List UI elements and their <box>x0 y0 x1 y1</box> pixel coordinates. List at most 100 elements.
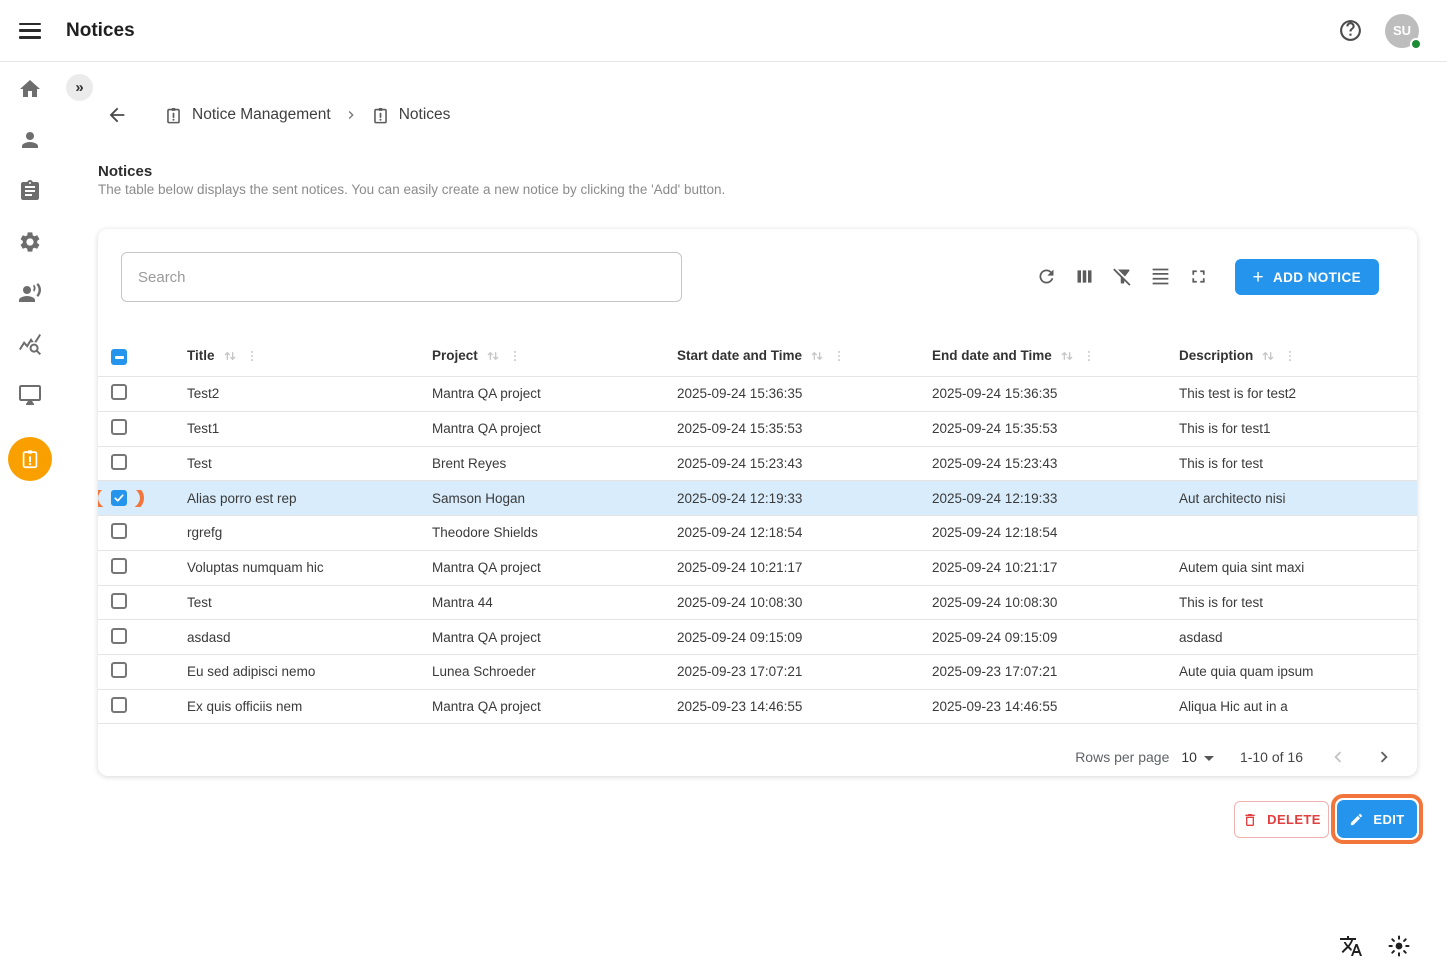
table-row[interactable]: asdasd Mantra QA project 2025-09-24 09:1… <box>98 619 1417 654</box>
column-menu-icon[interactable] <box>1283 349 1297 363</box>
search-input[interactable] <box>121 252 682 302</box>
row-checkbox[interactable] <box>111 697 127 713</box>
column-menu-icon[interactable] <box>508 349 522 363</box>
cell-title: Ex quis officiis nem <box>187 699 432 714</box>
edit-button[interactable]: EDIT <box>1337 800 1417 838</box>
breadcrumb: Notice Management Notices <box>106 102 450 128</box>
sidebar-item-reports[interactable] <box>18 332 42 356</box>
cell-description: Aut architecto nisi <box>1179 491 1417 506</box>
row-checkbox[interactable] <box>111 558 127 574</box>
sort-icon[interactable] <box>809 348 825 364</box>
table-row[interactable]: rgrefg Theodore Shields 2025-09-24 12:18… <box>98 515 1417 550</box>
add-notice-label: ADD NOTICE <box>1273 270 1361 285</box>
table-row[interactable]: Eu sed adipisci nemo Lunea Schroeder 202… <box>98 654 1417 689</box>
column-header-project[interactable]: Project <box>432 348 677 364</box>
menu-icon[interactable] <box>19 23 41 39</box>
table-row[interactable]: Voluptas numquam hic Mantra QA project 2… <box>98 550 1417 585</box>
columns-icon[interactable] <box>1073 265 1097 289</box>
clipboard-icon <box>18 179 42 203</box>
cell-title: Eu sed adipisci nemo <box>187 664 432 679</box>
column-menu-icon[interactable] <box>832 349 846 363</box>
brightness-icon[interactable] <box>1387 934 1411 958</box>
previous-page-icon[interactable] <box>1327 746 1349 768</box>
back-arrow-icon[interactable] <box>106 104 128 126</box>
sidebar-item-announcements[interactable] <box>18 281 42 305</box>
rows-per-page-select[interactable]: 10 <box>1181 749 1214 765</box>
cell-start-date: 2025-09-24 10:21:17 <box>677 560 932 575</box>
add-notice-button[interactable]: + ADD NOTICE <box>1235 259 1380 295</box>
sidebar-item-home[interactable] <box>18 77 42 101</box>
row-checkbox[interactable] <box>111 419 127 435</box>
cell-start-date: 2025-09-23 14:46:55 <box>677 699 932 714</box>
column-header-start-date[interactable]: Start date and Time <box>677 348 932 364</box>
help-icon[interactable] <box>1338 18 1363 43</box>
column-header-title[interactable]: Title <box>187 348 432 364</box>
settings-gear-icon <box>18 230 42 254</box>
row-checkbox-annotation-anchor <box>111 558 127 574</box>
column-label: End date and Time <box>932 348 1052 363</box>
column-menu-icon[interactable] <box>1082 349 1096 363</box>
cell-start-date: 2025-09-24 15:35:53 <box>677 421 932 436</box>
row-checkbox[interactable] <box>111 628 127 644</box>
column-menu-icon[interactable] <box>245 349 259 363</box>
translate-icon[interactable] <box>1339 934 1363 958</box>
cell-start-date: 2025-09-24 15:23:43 <box>677 456 932 471</box>
rows-per-page-label: Rows per page <box>1075 749 1169 765</box>
cell-project: Lunea Schroeder <box>432 664 677 679</box>
sidebar-item-settings[interactable] <box>18 230 42 254</box>
table-row[interactable]: Ex quis officiis nem Mantra QA project 2… <box>98 689 1417 724</box>
breadcrumb-item-notice-management[interactable]: Notice Management <box>164 106 331 125</box>
cell-project: Brent Reyes <box>432 456 677 471</box>
notices-card: + ADD NOTICE Title Project Start date an… <box>98 229 1417 776</box>
edit-button-annotation: EDIT <box>1337 800 1417 838</box>
table-header: Title Project Start date and Time End da… <box>98 335 1417 376</box>
row-checkbox[interactable] <box>111 662 127 678</box>
sidebar-expand-chip[interactable]: » <box>66 74 93 101</box>
refresh-icon[interactable] <box>1035 265 1059 289</box>
cell-description: asdasd <box>1179 630 1417 645</box>
cell-end-date: 2025-09-24 09:15:09 <box>932 630 1179 645</box>
row-checkbox-annotation-anchor <box>111 454 127 470</box>
sort-icon[interactable] <box>1059 348 1075 364</box>
row-checkbox[interactable] <box>111 384 127 400</box>
cell-start-date: 2025-09-24 15:36:35 <box>677 386 932 401</box>
table-row[interactable]: Test Mantra 44 2025-09-24 10:08:30 2025-… <box>98 585 1417 620</box>
sidebar-item-devices[interactable] <box>18 383 42 407</box>
avatar-initials: SU <box>1393 23 1411 38</box>
table-row[interactable]: Test2 Mantra QA project 2025-09-24 15:36… <box>98 376 1417 411</box>
cell-project: Mantra QA project <box>432 421 677 436</box>
breadcrumb-item-notices[interactable]: Notices <box>371 106 451 125</box>
analytics-search-icon <box>18 332 42 356</box>
delete-button[interactable]: DELETE <box>1234 801 1329 838</box>
breadcrumb-label: Notice Management <box>192 106 331 124</box>
sidebar-item-tasks[interactable] <box>18 179 42 203</box>
column-header-description[interactable]: Description <box>1179 348 1417 364</box>
sidebar-item-notices-active[interactable] <box>8 437 52 481</box>
sort-icon[interactable] <box>222 348 238 364</box>
cell-description: Aliqua Hic aut in a <box>1179 699 1417 714</box>
row-checkbox[interactable] <box>111 593 127 609</box>
cell-end-date: 2025-09-24 15:35:53 <box>932 421 1179 436</box>
sidebar-item-users[interactable] <box>18 128 42 152</box>
filter-off-icon[interactable] <box>1111 265 1135 289</box>
row-checkbox[interactable] <box>111 490 127 506</box>
table-row[interactable]: Test Brent Reyes 2025-09-24 15:23:43 202… <box>98 446 1417 481</box>
row-checkbox[interactable] <box>111 523 127 539</box>
column-label: Description <box>1179 348 1253 363</box>
fullscreen-icon[interactable] <box>1187 265 1211 289</box>
select-all-checkbox[interactable] <box>111 349 127 365</box>
notice-clipboard-icon <box>371 106 390 125</box>
sort-icon[interactable] <box>485 348 501 364</box>
density-icon[interactable] <box>1149 265 1173 289</box>
column-header-end-date[interactable]: End date and Time <box>932 348 1179 364</box>
next-page-icon[interactable] <box>1373 746 1395 768</box>
cell-start-date: 2025-09-24 09:15:09 <box>677 630 932 645</box>
row-checkbox[interactable] <box>111 454 127 470</box>
table-row[interactable]: Test1 Mantra QA project 2025-09-24 15:35… <box>98 411 1417 446</box>
avatar[interactable]: SU <box>1385 14 1419 48</box>
row-checkbox-annotation-anchor <box>111 662 127 678</box>
table-row[interactable]: Alias porro est rep Samson Hogan 2025-09… <box>98 480 1417 515</box>
sort-icon[interactable] <box>1260 348 1276 364</box>
check-icon <box>113 492 125 504</box>
announcer-icon <box>18 281 42 305</box>
